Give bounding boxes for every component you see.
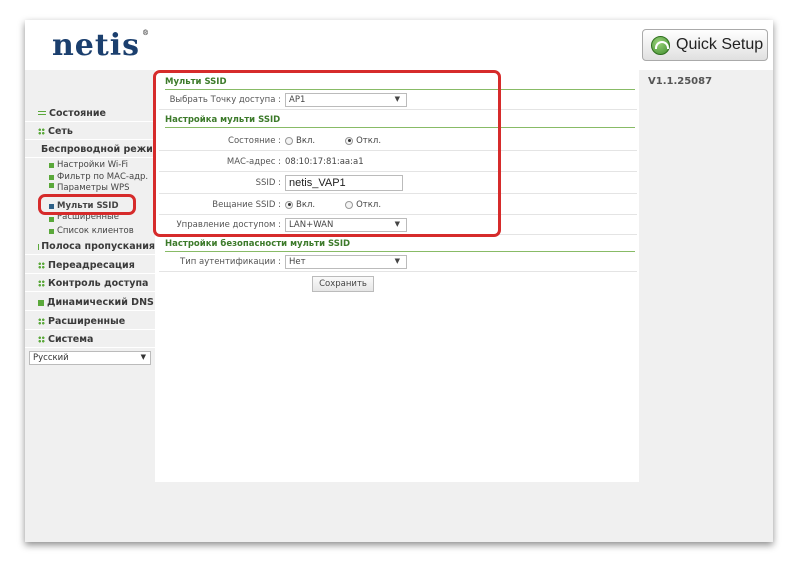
menu-grid-icon bbox=[38, 280, 45, 287]
broadcast-off-radio[interactable]: Откл. bbox=[345, 200, 381, 210]
header: netis ® Quick Setup bbox=[25, 20, 773, 70]
nav-wireless[interactable]: Беспроводной режим bbox=[25, 142, 161, 158]
section-title-security: Настройки безопасности мульти SSID bbox=[165, 237, 635, 252]
dropdown-arrow-icon: ▼ bbox=[394, 257, 400, 265]
row-ssid: SSID : netis_VAP1 bbox=[159, 173, 637, 194]
radio-checked-icon bbox=[345, 136, 354, 145]
status-on-radio[interactable]: Вкл. bbox=[285, 136, 315, 146]
dropdown-arrow-icon: ▼ bbox=[140, 353, 146, 361]
nav-access-control[interactable]: Контроль доступа bbox=[25, 276, 155, 292]
status-off-radio[interactable]: Откл. bbox=[345, 136, 381, 146]
nav-bandwidth[interactable]: Полоса пропускания bbox=[25, 239, 155, 255]
mac-address-value: 08:10:17:81:aa:a1 bbox=[285, 156, 364, 167]
submenu-bullet-icon bbox=[49, 228, 54, 234]
row-mac: МАС-адрес : 08:10:17:81:aa:a1 bbox=[159, 152, 637, 172]
submenu-bullet-icon bbox=[49, 183, 54, 188]
menu-grid-icon bbox=[38, 318, 45, 325]
quick-setup-button[interactable]: Quick Setup bbox=[642, 29, 768, 61]
sub-wps[interactable]: Параметры WPS bbox=[25, 183, 155, 192]
row-auth-type: Тип аутентификации : Нет ▼ bbox=[159, 253, 637, 272]
dropdown-arrow-icon: ▼ bbox=[394, 95, 400, 103]
sub-advanced-wireless[interactable]: Расширенные bbox=[25, 213, 155, 222]
menu-grid-icon bbox=[38, 262, 45, 269]
nav-system[interactable]: Система bbox=[25, 332, 155, 348]
sub-wifi-settings[interactable]: Настройки Wi-Fi bbox=[25, 159, 155, 171]
netis-logo: netis ® bbox=[52, 28, 151, 63]
radio-unchecked-icon bbox=[285, 136, 293, 145]
section-title-settings: Настройка мульти SSID bbox=[165, 113, 635, 128]
save-button[interactable]: Сохранить bbox=[312, 276, 374, 292]
ssid-input[interactable]: netis_VAP1 bbox=[285, 175, 403, 191]
submenu-bullet-icon bbox=[49, 217, 54, 222]
ap-select[interactable]: AP1 ▼ bbox=[285, 93, 407, 107]
menu-grid-icon bbox=[38, 128, 45, 135]
nav-status[interactable]: Состояние bbox=[25, 106, 155, 122]
row-broadcast: Вещание SSID : Вкл. Откл. bbox=[159, 195, 637, 215]
nav-ddns[interactable]: Динамический DNS bbox=[25, 295, 155, 311]
firmware-version: V1.1.25087 bbox=[648, 76, 713, 87]
broadcast-on-radio[interactable]: Вкл. bbox=[285, 200, 315, 210]
radio-checked-icon bbox=[285, 200, 293, 209]
row-access-control: Управление доступом : LAN+WAN ▼ bbox=[159, 216, 637, 235]
row-status: Состояние : Вкл. Откл. bbox=[159, 131, 637, 151]
dropdown-arrow-icon: ▼ bbox=[394, 220, 400, 228]
row-select-ap: Выбрать Точку доступа : AP1 ▼ bbox=[159, 91, 637, 110]
radio-unchecked-icon bbox=[345, 200, 354, 209]
access-control-select[interactable]: LAN+WAN ▼ bbox=[285, 218, 407, 232]
sub-mac-filter[interactable]: Фильтр по МАС-адр. bbox=[25, 171, 155, 183]
nav-advanced[interactable]: Расширенные bbox=[25, 314, 155, 330]
language-select[interactable]: Русский ▼ bbox=[29, 351, 151, 365]
submenu-bullet-icon bbox=[49, 174, 54, 180]
submenu-selected-icon bbox=[49, 203, 54, 209]
quick-setup-icon bbox=[651, 35, 670, 55]
menu-bullet-icon bbox=[38, 110, 46, 117]
menu-grid-icon bbox=[38, 336, 45, 343]
section-title-multi-ssid: Мульти SSID bbox=[165, 75, 635, 90]
auth-type-select[interactable]: Нет ▼ bbox=[285, 255, 407, 269]
sub-multi-ssid[interactable]: Мульти SSID bbox=[25, 200, 155, 212]
quick-setup-label: Quick Setup bbox=[676, 36, 764, 53]
nav-network[interactable]: Сеть bbox=[25, 124, 155, 140]
menu-bullet-icon bbox=[38, 299, 44, 306]
main-content: Мульти SSID Выбрать Точку доступа : AP1 … bbox=[155, 70, 639, 482]
submenu-bullet-icon bbox=[49, 162, 54, 168]
router-admin-window: netis ® Quick Setup V1.1.25087 Состояние … bbox=[25, 20, 773, 542]
sub-client-list[interactable]: Список клиентов bbox=[25, 225, 155, 237]
nav-forwarding[interactable]: Переадресация bbox=[25, 258, 155, 274]
